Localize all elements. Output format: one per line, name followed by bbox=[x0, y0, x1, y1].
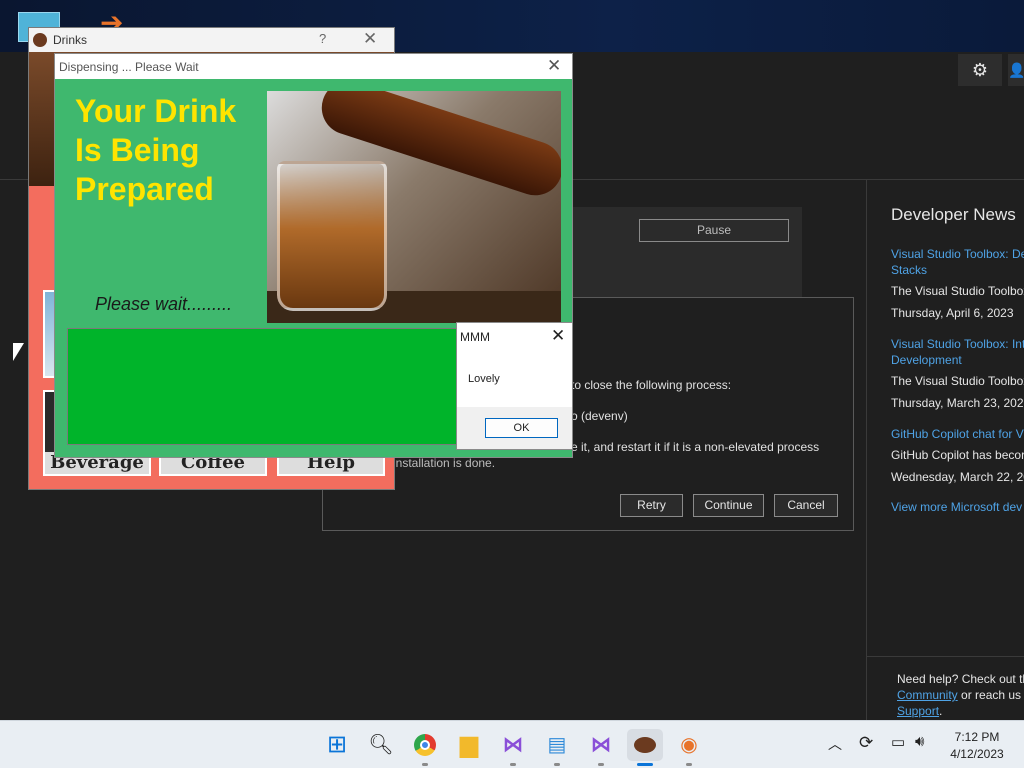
running-indicator bbox=[598, 763, 604, 766]
dialog-message-line: to close the following process: bbox=[571, 378, 732, 392]
headline-line: Prepared bbox=[75, 171, 214, 207]
mouse-cursor-icon bbox=[13, 343, 24, 361]
dialog-message-line: e it, and restart it if it is a non-elev… bbox=[571, 440, 820, 454]
chrome-logo-center bbox=[420, 740, 430, 750]
support-link[interactable]: Support bbox=[897, 704, 939, 718]
close-icon[interactable]: ✕ bbox=[363, 29, 383, 49]
message-box-body: Lovely bbox=[457, 351, 572, 407]
news-date: Thursday, March 23, 2023 bbox=[891, 396, 1024, 410]
clock-date[interactable]: 4/12/2023 bbox=[946, 747, 1008, 761]
ok-button[interactable]: OK bbox=[485, 418, 558, 438]
dialog-message-line: o (devenv) bbox=[571, 409, 628, 423]
drinks-app-icon[interactable] bbox=[627, 729, 663, 761]
running-indicator bbox=[554, 763, 560, 766]
developer-news-panel: Developer News Visual Studio Toolbox: De… bbox=[867, 180, 1024, 656]
blender-icon[interactable]: ◉ bbox=[673, 729, 705, 761]
please-wait-text: Please wait......... bbox=[95, 294, 233, 314]
clock-time[interactable]: 7:12 PM bbox=[952, 730, 1002, 744]
coffee-bean-icon bbox=[634, 737, 656, 753]
drink-prepared-headline: Your Drink Is Being Prepared bbox=[75, 92, 265, 209]
running-indicator bbox=[422, 763, 428, 766]
visual-studio-installer-icon[interactable]: ⋈ bbox=[585, 729, 617, 761]
message-box: MMM ✕ Lovely OK bbox=[456, 322, 573, 450]
close-icon[interactable]: ✕ bbox=[551, 326, 565, 346]
running-indicator bbox=[686, 763, 692, 766]
message-box-title: MMM bbox=[460, 330, 490, 344]
close-icon[interactable]: ✕ bbox=[547, 56, 561, 76]
news-link[interactable]: Visual Studio Toolbox: De Parallel Stack… bbox=[891, 246, 1024, 278]
retry-button[interactable]: Retry bbox=[620, 494, 683, 517]
file-explorer-icon[interactable]: ▆ bbox=[453, 729, 485, 761]
running-indicator bbox=[510, 763, 516, 766]
news-item: Visual Studio Toolbox: De Parallel Stack… bbox=[891, 246, 1024, 320]
developer-news-title: Developer News bbox=[891, 205, 1016, 224]
cancel-button[interactable]: Cancel bbox=[774, 494, 838, 517]
headline-line: Is Being bbox=[75, 132, 200, 168]
coffee-bean-icon bbox=[33, 33, 47, 47]
visual-studio-icon[interactable]: ⋈ bbox=[497, 729, 529, 761]
drinks-window-title: Drinks bbox=[53, 33, 88, 47]
message-text: Lovely bbox=[468, 373, 500, 385]
dispensing-window-title: Dispensing ... Please Wait bbox=[59, 60, 199, 74]
community-link[interactable]: Community bbox=[897, 688, 958, 702]
news-link[interactable]: Visual Studio Toolbox: Int Development bbox=[891, 336, 1024, 368]
news-date: Thursday, April 6, 2023 bbox=[891, 306, 1014, 320]
help-text: Need help? Check out th Community or rea… bbox=[897, 671, 1024, 719]
network-icon[interactable]: ▭ bbox=[891, 733, 905, 751]
view-more-news-link[interactable]: View more Microsoft dev bbox=[891, 500, 1022, 514]
help-button[interactable]: ? bbox=[319, 31, 337, 46]
chevron-up-icon[interactable]: ︿ bbox=[828, 734, 842, 754]
pouring-drink-image bbox=[267, 91, 561, 323]
news-item: GitHub Copilot chat for V GitHub Copilot… bbox=[891, 426, 1024, 484]
taskbar: ⊞ 🔍︎ ▆ ⋈ ▤ ⋈ ◉ ︿ ⟳ ▭ 🔊︎ 7:12 PM 4/12/202… bbox=[0, 720, 1024, 768]
volume-icon[interactable]: 🔊︎ bbox=[915, 733, 924, 750]
windows-start-icon[interactable]: ⊞ bbox=[321, 729, 353, 761]
news-item: Visual Studio Toolbox: Int Development T… bbox=[891, 336, 1024, 410]
help-middle: or reach us bbox=[957, 688, 1022, 702]
dispense-progress-area bbox=[67, 328, 457, 445]
glass-shape bbox=[277, 161, 387, 311]
news-link[interactable]: GitHub Copilot chat for V bbox=[891, 426, 1024, 442]
help-prefix: Need help? Check out th bbox=[897, 672, 1024, 686]
continue-button[interactable]: Continue bbox=[693, 494, 764, 517]
news-subtitle: The Visual Studio Toolbox bbox=[891, 284, 1024, 298]
sync-icon[interactable]: ⟳ bbox=[859, 733, 873, 753]
dispensing-titlebar[interactable]: Dispensing ... Please Wait ✕ bbox=[55, 54, 572, 79]
news-subtitle: The Visual Studio Toolbox bbox=[891, 374, 1024, 388]
account-icon[interactable]: 👤 bbox=[1008, 54, 1024, 86]
active-indicator bbox=[637, 763, 653, 766]
pause-button[interactable]: Pause bbox=[639, 219, 789, 242]
news-date: Wednesday, March 22, 20 bbox=[891, 470, 1024, 484]
drinks-titlebar[interactable]: Drinks ? ✕ bbox=[29, 28, 394, 52]
headline-line: Your Drink bbox=[75, 93, 237, 129]
dialog-message-line: installation is done. bbox=[393, 456, 496, 470]
message-box-titlebar[interactable]: MMM ✕ bbox=[457, 323, 572, 351]
help-suffix: . bbox=[939, 704, 943, 718]
news-subtitle: GitHub Copilot has becor bbox=[891, 448, 1024, 462]
notepad-icon[interactable]: ▤ bbox=[541, 729, 573, 761]
help-box: Need help? Check out th Community or rea… bbox=[867, 656, 1024, 720]
gear-icon[interactable]: ⚙ bbox=[958, 54, 1002, 86]
search-icon[interactable]: 🔍︎ bbox=[365, 729, 397, 761]
chrome-icon[interactable] bbox=[409, 729, 441, 761]
